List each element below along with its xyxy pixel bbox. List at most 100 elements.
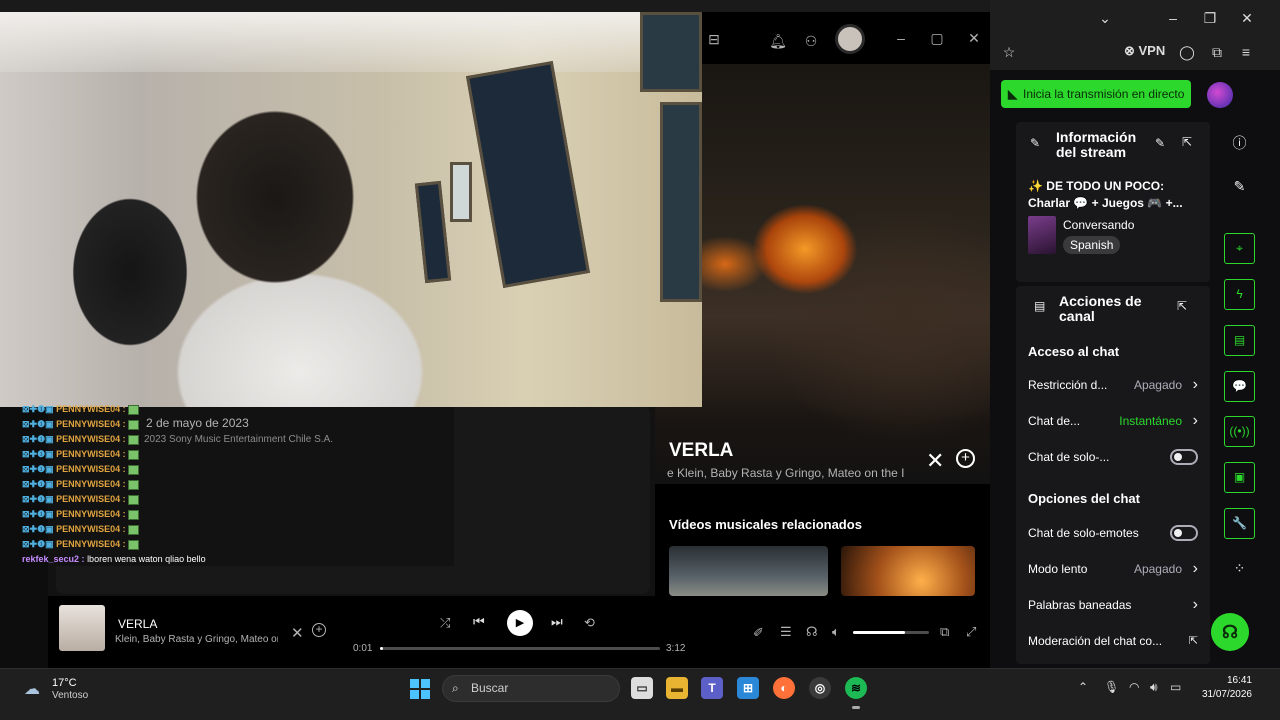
firefox-icon[interactable]: ◐ bbox=[773, 677, 795, 699]
close-icon[interactable]: ✕ bbox=[964, 28, 984, 48]
progress-bar[interactable] bbox=[380, 647, 660, 650]
add-icon[interactable]: + bbox=[956, 449, 975, 468]
volume-icon[interactable]: 🔊︎ bbox=[1150, 680, 1158, 695]
close-icon[interactable]: ✕ bbox=[926, 448, 944, 474]
video-icon[interactable]: ▣ bbox=[1224, 462, 1255, 493]
start-button[interactable] bbox=[410, 679, 430, 699]
track-title[interactable]: VERLA bbox=[118, 617, 157, 631]
profile-icon[interactable]: ◯ bbox=[1177, 42, 1197, 62]
connect-device-icon[interactable]: ☊ bbox=[806, 624, 818, 640]
chat-setting-row[interactable]: Moderación del chat co... ⇱ bbox=[1028, 632, 1200, 650]
related-video-thumbnail[interactable] bbox=[669, 546, 828, 596]
toggle-switch[interactable] bbox=[1170, 525, 1198, 541]
track-artists[interactable]: Klein, Baby Rasta y Gringo, Mateo on bbox=[115, 634, 278, 645]
headset-help-button[interactable]: ☊ bbox=[1211, 613, 1249, 651]
go-live-button[interactable]: ◣ Inicia la transmisión en directo bbox=[1001, 80, 1191, 108]
chat-username[interactable]: PENNYWISE04 : bbox=[56, 524, 126, 534]
info-icon[interactable]: ⓘ bbox=[1224, 133, 1255, 157]
toggle-switch[interactable] bbox=[1170, 449, 1198, 465]
chat-setting-row[interactable]: Chat de... Instantáneo › bbox=[1028, 412, 1200, 430]
chat-username[interactable]: PENNYWISE04 : bbox=[56, 479, 126, 489]
close-icon[interactable]: ✕ bbox=[291, 624, 304, 642]
chat-username[interactable]: PENNYWISE04 : bbox=[56, 509, 126, 519]
pin-icon[interactable]: ✎ bbox=[1030, 136, 1040, 150]
now-playing-artists[interactable]: e Klein, Baby Rasta y Gringo, Mateo on t… bbox=[667, 466, 917, 480]
lightning-icon[interactable]: ϟ bbox=[1224, 279, 1255, 310]
wrench-icon[interactable]: 🔧 bbox=[1224, 508, 1255, 539]
queue-icon[interactable]: ☰ bbox=[780, 624, 792, 640]
chat-bubble-icon[interactable]: 💬 bbox=[1224, 371, 1255, 402]
file-explorer-icon[interactable]: ▬ bbox=[666, 677, 688, 699]
minimize-icon[interactable]: – bbox=[1163, 8, 1183, 28]
chevron-up-icon[interactable]: ⌃ bbox=[1078, 680, 1088, 694]
chat-setting-row[interactable]: Chat de solo-... bbox=[1028, 448, 1200, 466]
weather-temp[interactable]: 17°C bbox=[52, 677, 77, 689]
fullscreen-icon[interactable]: ⤢ bbox=[966, 624, 976, 640]
bookmark-star-icon[interactable]: ☆ bbox=[999, 42, 1019, 62]
miniplayer-icon[interactable]: ⧉ bbox=[940, 624, 949, 640]
volume-icon[interactable]: 🔈︎ bbox=[832, 624, 840, 640]
chat-username[interactable]: PENNYWISE04 : bbox=[56, 419, 126, 429]
restore-icon[interactable]: ❐ bbox=[1200, 8, 1220, 28]
repeat-icon[interactable]: ⟲ bbox=[584, 615, 595, 631]
bell-icon[interactable]: 🔔︎ bbox=[768, 31, 788, 51]
broadcast-icon[interactable]: ((•)) bbox=[1224, 416, 1255, 447]
chat-username[interactable]: PENNYWISE04 : bbox=[56, 464, 126, 474]
next-icon[interactable]: ⏭ bbox=[551, 614, 563, 630]
weather-icon[interactable]: ☁ bbox=[24, 679, 46, 698]
store-icon[interactable]: ⊟ bbox=[704, 29, 724, 49]
track-cover[interactable] bbox=[59, 605, 105, 651]
wifi-icon[interactable]: ◠ bbox=[1129, 680, 1139, 694]
more-icon[interactable]: ⁘ bbox=[1224, 560, 1255, 584]
clip-icon[interactable]: ⌖ bbox=[1224, 233, 1255, 264]
chat-username[interactable]: PENNYWISE04 : bbox=[56, 539, 126, 549]
volume-slider[interactable] bbox=[853, 631, 929, 634]
extensions-icon[interactable]: ⧉ bbox=[1207, 42, 1227, 62]
spotify-icon[interactable]: ≋ bbox=[845, 677, 867, 699]
duration: 3:12 bbox=[666, 643, 686, 654]
browser-icon[interactable]: ◎ bbox=[809, 677, 831, 699]
play-button[interactable]: ▶ bbox=[507, 610, 533, 636]
notes-icon[interactable]: ▤ bbox=[1224, 325, 1255, 356]
chat-setting-row[interactable]: Modo lento Apagado › bbox=[1028, 560, 1200, 578]
close-icon[interactable]: ✕ bbox=[1237, 8, 1257, 28]
teams-icon[interactable]: T bbox=[701, 677, 723, 699]
store-icon[interactable]: ⊞ bbox=[737, 677, 759, 699]
vpn-button[interactable]: ⊗ VPN bbox=[1124, 43, 1165, 59]
popout-icon[interactable]: ⇱ bbox=[1177, 299, 1187, 313]
category-name[interactable]: Conversando bbox=[1063, 218, 1134, 232]
maximize-icon[interactable]: ▢ bbox=[927, 28, 947, 48]
clock-date[interactable]: 31/07/2026 bbox=[1200, 689, 1252, 700]
edit-icon[interactable]: ✎ bbox=[1224, 178, 1255, 202]
edit-icon[interactable]: ✎ bbox=[1155, 136, 1165, 150]
mic-icon[interactable]: 🎙︎ bbox=[1104, 680, 1119, 694]
chat-setting-row[interactable]: Chat de solo-emotes bbox=[1028, 524, 1200, 542]
add-icon[interactable]: + bbox=[312, 623, 326, 637]
chat-username[interactable]: PENNYWISE04 : bbox=[56, 404, 126, 414]
now-playing-title[interactable]: VERLA bbox=[669, 440, 733, 462]
chat-username[interactable]: PENNYWISE04 : bbox=[56, 434, 126, 444]
shuffle-icon[interactable]: ⤮ bbox=[440, 615, 450, 631]
previous-icon[interactable]: ⏮ bbox=[473, 614, 485, 630]
chat-setting-row[interactable]: Restricción d... Apagado › bbox=[1028, 376, 1200, 394]
related-video-thumbnail[interactable] bbox=[841, 546, 975, 596]
friends-icon[interactable]: ⚇ bbox=[801, 31, 821, 51]
taskbar-search[interactable]: ⌕ Buscar bbox=[442, 675, 620, 702]
mic-icon[interactable]: ✐ bbox=[753, 625, 764, 641]
avatar[interactable] bbox=[1207, 82, 1233, 108]
language-tag[interactable]: Spanish bbox=[1063, 236, 1121, 254]
chevron-down-icon[interactable]: ⌄ bbox=[1095, 8, 1115, 28]
menu-icon[interactable]: ≡ bbox=[1236, 42, 1256, 62]
chat-username[interactable]: rekfek_secu2 : bbox=[22, 554, 85, 564]
battery-icon[interactable]: ▭ bbox=[1170, 680, 1181, 694]
chat-username[interactable]: PENNYWISE04 : bbox=[56, 494, 126, 504]
minimize-icon[interactable]: – bbox=[891, 28, 911, 48]
task-view-icon[interactable]: ▭ bbox=[631, 677, 653, 699]
weather-desc[interactable]: Ventoso bbox=[52, 690, 88, 701]
popout-icon[interactable]: ⇱ bbox=[1182, 135, 1192, 149]
avatar[interactable] bbox=[835, 24, 865, 54]
stream-title: ✨ DE TODO UN POCO: Charlar 💬 + Juegos 🎮 … bbox=[1028, 179, 1183, 210]
chat-username[interactable]: PENNYWISE04 : bbox=[56, 449, 126, 459]
clock-time[interactable]: 16:41 bbox=[1226, 675, 1252, 686]
chat-setting-row[interactable]: Palabras baneadas › bbox=[1028, 596, 1200, 614]
